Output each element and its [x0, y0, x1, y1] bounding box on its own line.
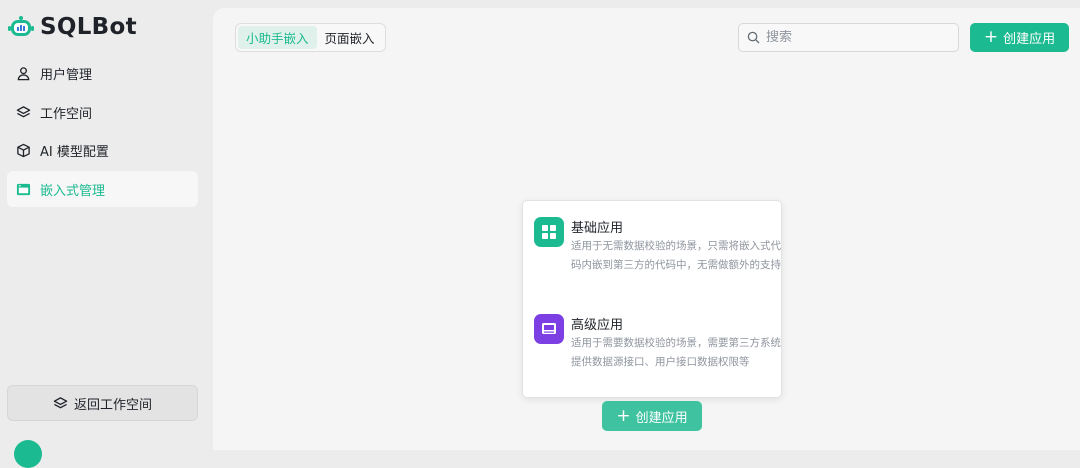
- tab-assistant-embed[interactable]: 小助手嵌入: [238, 26, 317, 49]
- plus-icon: +: [616, 405, 631, 426]
- tab-page-embed[interactable]: 页面嵌入: [317, 26, 383, 49]
- monitor-app-icon: [534, 314, 564, 344]
- create-app-popover: 基础应用 适用于无需数据校验的场景，只需将嵌入式代码内嵌到第三方的代码中，无需做…: [522, 200, 782, 398]
- create-app-label: 创建应用: [1003, 32, 1056, 47]
- search-input[interactable]: [766, 30, 946, 45]
- sidebar-item-embedded[interactable]: 嵌入式管理: [7, 171, 198, 207]
- layers-icon: [15, 104, 31, 120]
- create-app-label: 创建应用: [635, 410, 688, 426]
- embed-type-tabs: 小助手嵌入 页面嵌入: [235, 23, 386, 52]
- sidebar-item-users[interactable]: 用户管理: [7, 55, 198, 91]
- cube-icon: [15, 142, 31, 158]
- create-app-button[interactable]: + 创建应用: [970, 23, 1069, 52]
- option-title: 高级应用: [571, 318, 624, 333]
- option-description: 适用于无需数据校验的场景，只需将嵌入式代码内嵌到第三方的代码中，无需做额外的支持: [571, 240, 781, 271]
- avatar[interactable]: [14, 440, 42, 468]
- user-icon: [15, 65, 31, 81]
- back-button-label: 返回工作空间: [73, 397, 152, 413]
- sidebar-item-ai-model[interactable]: AI 模型配置: [7, 132, 198, 168]
- logo[interactable]: SQLBot: [8, 14, 137, 40]
- sqlbot-logo-icon: [8, 16, 34, 36]
- sidebar: SQLBot 用户管理 工作空间 AI 模型配置 嵌入式管理 返回工作空间: [0, 0, 206, 468]
- option-advanced-app[interactable]: 高级应用 适用于需要数据校验的场景，需要第三方系统提供数据源接口、用户接口数据权…: [534, 314, 781, 388]
- layers-icon: [53, 396, 68, 411]
- app-name: SQLBot: [40, 14, 137, 40]
- search-box[interactable]: [738, 23, 959, 52]
- embed-icon: [15, 181, 31, 197]
- sidebar-item-label: AI 模型配置: [40, 144, 109, 160]
- sidebar-item-label: 工作空间: [40, 106, 93, 122]
- sidebar-item-label: 嵌入式管理: [40, 183, 106, 199]
- back-to-workspace-button[interactable]: 返回工作空间: [7, 385, 198, 421]
- option-description: 适用于需要数据校验的场景，需要第三方系统提供数据源接口、用户接口数据权限等: [571, 337, 781, 368]
- main-panel: 小助手嵌入 页面嵌入 + 创建应用 基础应用 适用于无需数据校验的场景，只需将嵌…: [213, 8, 1080, 450]
- sidebar-item-workspace[interactable]: 工作空间: [7, 94, 198, 130]
- grid-app-icon: [534, 217, 564, 247]
- create-app-center-button[interactable]: + 创建应用: [602, 401, 702, 431]
- option-basic-app[interactable]: 基础应用 适用于无需数据校验的场景，只需将嵌入式代码内嵌到第三方的代码中，无需做…: [534, 217, 781, 291]
- sidebar-item-label: 用户管理: [40, 67, 93, 83]
- plus-icon: +: [983, 27, 999, 47]
- option-title: 基础应用: [571, 221, 624, 236]
- search-icon: [747, 31, 760, 44]
